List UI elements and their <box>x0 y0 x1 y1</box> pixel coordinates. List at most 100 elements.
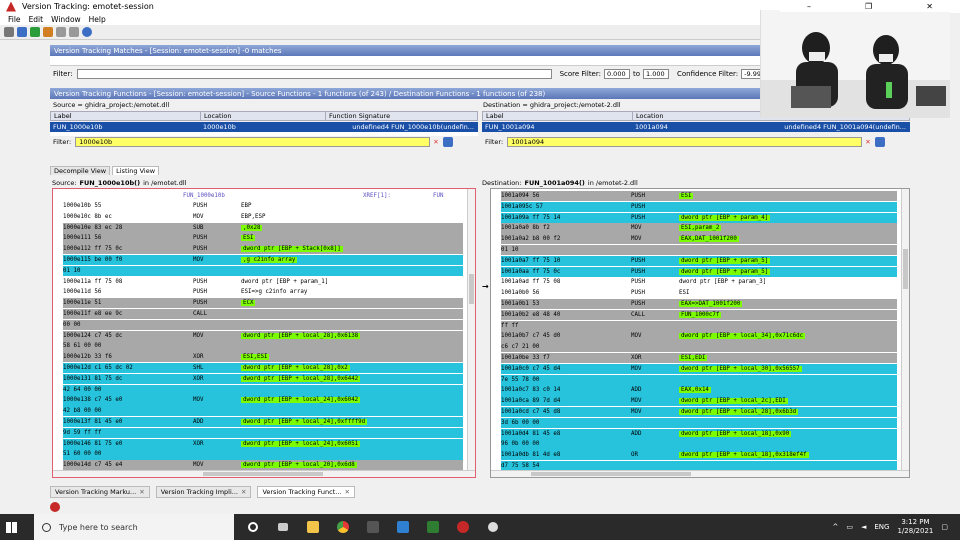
close-tab-icon[interactable]: ✕ <box>139 488 144 496</box>
listing-row[interactable]: 1001a0aa ff 75 0c PUSH dword ptr [EBP + pa… <box>501 266 897 277</box>
wand-icon[interactable] <box>43 27 53 37</box>
terminal-icon[interactable] <box>362 516 384 538</box>
chrome-icon[interactable] <box>332 516 354 538</box>
listing-row[interactable]: 1000e124 c7 45 dc MOV dword ptr [EBP + loc… <box>63 330 463 341</box>
redo-icon[interactable] <box>69 27 79 37</box>
tab-listing-view[interactable]: Listing View <box>112 166 160 175</box>
destination-selected-row[interactable]: FUN_1001a094 1001a094 undefined4 FUN_100… <box>482 122 910 132</box>
tab-implied[interactable]: Version Tracking Impli... ✕ <box>155 486 252 498</box>
close-tab-icon[interactable]: ✕ <box>344 488 349 496</box>
maximize-button[interactable]: ❐ <box>865 2 872 11</box>
dest-filter-input[interactable]: 1001a094 <box>507 137 863 147</box>
source-listing[interactable]: FUN_1000e10b XREF[1]: FUN 1000e10b 55 PUS… <box>52 188 476 478</box>
listing-row[interactable]: 42 b8 00 00 <box>63 406 463 417</box>
listing-row[interactable]: 1000e131 81 75 dc XOR dword ptr [EBP + loc… <box>63 373 463 384</box>
listing-row[interactable]: c6 c7 21 00 <box>501 342 897 353</box>
listing-row[interactable]: 1000e14d c7 45 e4 MOV dword ptr [EBP + loc… <box>63 460 463 471</box>
matches-table[interactable] <box>50 56 760 66</box>
clock[interactable]: 3:12 PM 1/28/2021 <box>897 518 933 536</box>
listing-row[interactable]: 1001a0cd c7 45 d8 MOV dword ptr [EBP + loc… <box>501 407 897 418</box>
tab-functions[interactable]: Version Tracking Funct... ✕ <box>257 486 355 498</box>
listing-row[interactable]: 1001a0d4 81 45 e8 ADD dword ptr [EBP + loc… <box>501 428 897 439</box>
listing-row[interactable]: 1000e10e 83 ec 28 SUB ,0x28 <box>63 222 463 233</box>
listing-row[interactable]: 1000e10c 8b ec MOV EBP,ESP <box>63 212 463 222</box>
cortana-icon[interactable] <box>242 516 264 538</box>
filter-options-icon[interactable] <box>442 137 453 147</box>
close-tab-icon[interactable]: ✕ <box>241 488 246 496</box>
listing-row[interactable]: 1000e111 56 PUSH ESI <box>63 233 463 244</box>
task-view-icon[interactable] <box>272 516 294 538</box>
listing-row[interactable]: 1001a0a7 ff 75 10 PUSH dword ptr [EBP + pa… <box>501 255 897 266</box>
listing-row[interactable]: 1001a0b0 56 PUSH ESI <box>501 288 897 298</box>
listing-row[interactable]: 1001a0a0 8b f2 MOV ESI,param_2 <box>501 223 897 234</box>
dest-clear-filter-icon[interactable]: ✕ <box>865 138 870 146</box>
volume-icon[interactable]: ◄ <box>861 523 866 531</box>
listing-row[interactable]: 1001a0be 33 f7 XOR ESI,EDI <box>501 353 897 364</box>
listing-row[interactable]: ff ff <box>501 320 897 331</box>
menu-window[interactable]: Window <box>51 15 81 24</box>
listing-row[interactable]: 1001a0ca 89 7d d4 MOV dword ptr [EBP + loc… <box>501 396 897 407</box>
listing-row[interactable]: 1001a0c7 83 c0 14 ADD EAX,0x14 <box>501 385 897 396</box>
col-label[interactable]: Label <box>51 112 201 120</box>
source-vertical-scrollbar[interactable] <box>467 189 475 477</box>
listing-row[interactable]: 58 61 00 00 <box>63 341 463 352</box>
listing-row[interactable]: 1000e11d 56 PUSH ESI=>g c2info array <box>63 287 463 297</box>
start-button[interactable] <box>0 514 22 540</box>
menu-edit[interactable]: Edit <box>29 15 44 24</box>
listing-row[interactable]: 1001a095c 57 PUSH <box>501 201 897 212</box>
tray-chevron-icon[interactable]: ^ <box>832 523 838 531</box>
app-green-icon[interactable] <box>422 516 444 538</box>
clear-filter-icon[interactable]: ✕ <box>433 138 438 146</box>
listing-row[interactable]: 51 60 00 00 <box>63 449 463 460</box>
notifications-icon[interactable]: ▢ <box>941 523 948 531</box>
listing-row[interactable]: 1000e12b 33 f6 XOR ESI,ESI <box>63 352 463 363</box>
file-explorer-icon[interactable] <box>302 516 324 538</box>
source-filter-input[interactable]: 1000e10b <box>75 137 431 147</box>
tab-markup[interactable]: Version Tracking Marku... ✕ <box>50 486 150 498</box>
score-max-input[interactable] <box>643 69 670 79</box>
listing-row[interactable]: 9d 59 ff ff <box>63 427 463 438</box>
listing-row[interactable]: 1001a0b7 c7 45 d0 MOV dword ptr [EBP + loc… <box>501 331 897 342</box>
listing-row[interactable]: 1001a0b1 53 PUSH EAX=>DAT_1001f200 <box>501 299 897 310</box>
menu-help[interactable]: Help <box>89 15 106 24</box>
help-icon[interactable] <box>82 27 92 37</box>
listing-row[interactable]: 1001a09a ff 75 14 PUSH dword ptr [EBP + pa… <box>501 212 897 223</box>
listing-row[interactable]: 1000e12d c1 65 dc 02 SHL dword ptr [EBP + … <box>63 363 463 374</box>
listing-row[interactable]: 1001a0b2 e8 48 40 CALL FUN_1000c7f <box>501 309 897 320</box>
listing-row[interactable]: 1001a0c0 c7 45 d4 MOV dword ptr [EBP + loc… <box>501 363 897 374</box>
dest-horizontal-scrollbar[interactable] <box>491 470 909 477</box>
listing-row[interactable]: 1000e11a ff 75 08 PUSH dword ptr [EBP + pa… <box>63 277 463 287</box>
listing-row[interactable]: 96 0b 00 00 <box>501 439 897 450</box>
source-selected-row[interactable]: FUN_1000e10b 1000e10b undefined4 FUN_100… <box>50 122 478 132</box>
listing-row[interactable]: 01 10 <box>501 245 897 256</box>
listing-row[interactable]: 42 64 00 00 <box>63 384 463 395</box>
listing-row[interactable]: 1000e11e 51 PUSH ECX <box>63 298 463 309</box>
score-min-input[interactable] <box>603 69 630 79</box>
listing-row[interactable]: 1000e138 c7 45 e0 MOV dword ptr [EBP + loc… <box>63 395 463 406</box>
listing-row[interactable]: 1000e10b 55 PUSH EBP <box>63 201 463 211</box>
listing-row[interactable]: 7e 55 78 00 <box>501 374 897 385</box>
dest-vertical-scrollbar[interactable] <box>901 189 909 477</box>
minimize-button[interactable]: – <box>807 2 811 11</box>
network-icon[interactable]: ▭ <box>846 523 853 531</box>
dest-filter-options-icon[interactable] <box>874 137 885 147</box>
listing-row[interactable]: 1000e11f e8 ee 9c CALL <box>63 309 463 320</box>
listing-row[interactable]: 3d 6b 00 00 <box>501 417 897 428</box>
col-location[interactable]: Location <box>201 112 326 120</box>
listing-row[interactable]: 1001a0ad ff 75 08 PUSH dword ptr [EBP + pa… <box>501 277 897 287</box>
listing-row[interactable]: 1001a0a2 b8 00 f2 MOV EAX,DAT_1001f200 <box>501 234 897 245</box>
language-indicator[interactable]: ENG <box>874 523 889 531</box>
undo-icon[interactable] <box>56 27 66 37</box>
listing-row[interactable]: 01 10 <box>63 265 463 276</box>
vscode-icon[interactable] <box>392 516 414 538</box>
close-button[interactable]: ✕ <box>926 2 933 11</box>
source-horizontal-scrollbar[interactable] <box>53 470 475 477</box>
menu-file[interactable]: File <box>8 15 21 24</box>
listing-row[interactable]: 1000e112 ff 75 0c PUSH dword ptr [EBP + St… <box>63 244 463 255</box>
destination-listing[interactable]: 1001a094 56 PUSH ESI 1001a095c 57 PUSH 1001a0… <box>490 188 910 478</box>
settings-icon[interactable] <box>482 516 504 538</box>
col-signature[interactable]: Function Signature <box>326 112 477 120</box>
nodes-icon[interactable] <box>17 27 27 37</box>
ghidra-taskbar-icon[interactable] <box>452 516 474 538</box>
dest-col-label[interactable]: Label <box>483 112 633 120</box>
